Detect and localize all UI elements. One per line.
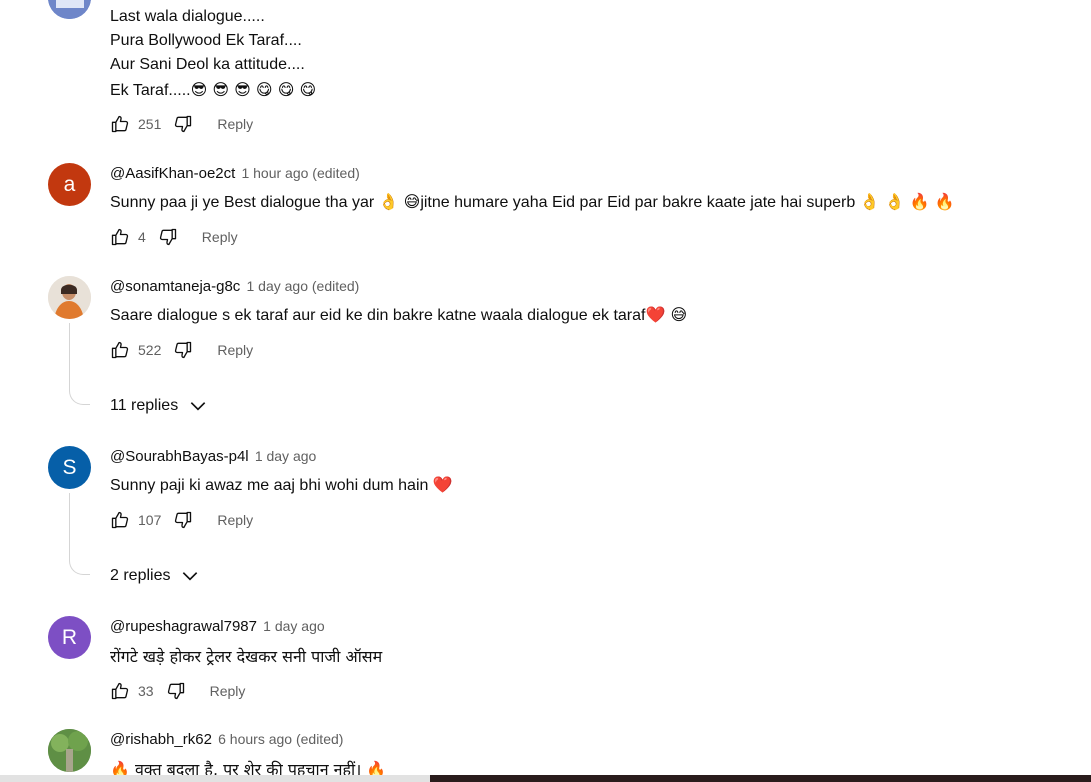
avatar[interactable]: R <box>48 616 91 659</box>
thread-line <box>69 493 90 575</box>
reply-button[interactable]: Reply <box>217 342 253 358</box>
comment-line: Aur Sani Deol ka attitude.... <box>110 56 305 73</box>
reply-button[interactable]: Reply <box>210 683 246 699</box>
comment-text: रोंगटे खड़े होकर ट्रेलर देखकर सनी पाजी ऑ… <box>110 647 383 666</box>
comment-text: Sunny paji ki awaz me aaj bhi wohi dum h… <box>110 475 453 494</box>
avatar[interactable] <box>48 729 91 772</box>
author-handle[interactable]: @sonamtaneja-g8c <box>110 278 240 295</box>
reply-button[interactable]: Reply <box>202 229 238 245</box>
comment-author: @AasifKhan-oe2ct 1 hour ago (edited) <box>110 165 360 182</box>
avatar-photo <box>48 276 91 319</box>
like-count: 107 <box>138 512 162 528</box>
dislike-button[interactable] <box>166 681 186 701</box>
like-button[interactable] <box>110 114 130 134</box>
emoji: 😎 😎 😎 😋 😋 😋 <box>190 80 317 99</box>
avatar[interactable]: a <box>48 163 91 206</box>
comment-time[interactable]: 1 hour ago (edited) <box>241 165 359 181</box>
comment-line: Pura Bollywood Ek Taraf.... <box>110 32 302 49</box>
bottom-edge-bar <box>0 775 430 782</box>
avatar[interactable] <box>48 276 91 319</box>
replies-toggle[interactable]: 2 replies <box>110 566 200 586</box>
comment-author: @SourabhBayas-p4l 1 day ago <box>110 448 316 465</box>
comment-actions: 4 Reply <box>110 225 238 249</box>
like-button[interactable] <box>110 340 130 360</box>
comment-time[interactable]: 1 day ago (edited) <box>246 278 359 294</box>
like-count: 251 <box>138 116 162 132</box>
avatar[interactable]: S <box>48 446 91 489</box>
chevron-down-icon <box>183 572 198 581</box>
avatar-photo <box>48 729 91 772</box>
dislike-button[interactable] <box>173 114 193 134</box>
avatar-letter: S <box>62 455 77 479</box>
avatar-letter: R <box>61 625 78 649</box>
thumbs-up-icon <box>111 115 129 133</box>
thumbs-down-icon <box>175 341 192 359</box>
comment-actions: 33 Reply <box>110 679 245 703</box>
emoji: 👌 😅 <box>378 192 421 211</box>
dislike-button[interactable] <box>158 227 178 247</box>
dislike-button[interactable] <box>173 510 193 530</box>
like-count: 33 <box>138 683 154 699</box>
thread-line <box>69 323 90 405</box>
comment-text: Sunny paa ji ye Best dialogue tha yar 👌 … <box>110 192 955 211</box>
thumbs-down-icon <box>175 115 192 133</box>
comment-text: Saare dialogue s ek taraf aur eid ke din… <box>110 305 688 324</box>
replies-toggle[interactable]: 11 replies <box>110 396 208 416</box>
comment-author: @rupeshagrawal7987 1 day ago <box>110 618 325 635</box>
emoji: ❤️ <box>432 475 453 494</box>
dislike-button[interactable] <box>173 340 193 360</box>
thumbs-down-icon <box>175 511 192 529</box>
author-handle[interactable]: @SourabhBayas-p4l <box>110 448 249 465</box>
thumbs-down-icon <box>167 682 184 700</box>
comment-actions: 107 Reply <box>110 508 253 532</box>
author-handle[interactable]: @AasifKhan-oe2ct <box>110 165 235 182</box>
comment-actions: 251 Reply <box>110 112 253 136</box>
reply-button[interactable]: Reply <box>217 512 253 528</box>
author-handle[interactable]: @rishabh_rk62 <box>110 731 212 748</box>
thumbs-down-icon <box>159 228 176 246</box>
comment-author: @sonamtaneja-g8c 1 day ago (edited) <box>110 278 359 295</box>
like-count: 522 <box>138 342 162 358</box>
comment-time[interactable]: 6 hours ago (edited) <box>218 731 343 747</box>
comment-author: @rishabh_rk62 6 hours ago (edited) <box>110 731 343 748</box>
comment-line: Last wala dialogue..... <box>110 8 265 25</box>
emoji: 👌 👌 🔥 🔥 <box>859 192 955 211</box>
comment-time[interactable]: 1 day ago <box>263 618 325 634</box>
comment-actions: 522 Reply <box>110 338 253 362</box>
reply-button[interactable]: Reply <box>217 116 253 132</box>
emoji: ❤️ 😅 <box>645 305 688 324</box>
like-button[interactable] <box>110 227 130 247</box>
avatar-letter: a <box>63 172 76 196</box>
comment-line: Ek Taraf.....😎 😎 😎 😋 😋 😋 <box>110 80 317 99</box>
thumbs-up-icon <box>111 511 129 529</box>
avatar[interactable] <box>48 0 91 19</box>
thumbs-up-icon <box>111 228 129 246</box>
thumbs-up-icon <box>111 682 129 700</box>
thumbs-up-icon <box>111 341 129 359</box>
bottom-edge-bar-dark <box>430 775 1091 782</box>
author-handle[interactable]: @rupeshagrawal7987 <box>110 618 257 635</box>
like-button[interactable] <box>110 681 130 701</box>
like-count: 4 <box>138 229 146 245</box>
chevron-down-icon <box>190 402 206 411</box>
comment-time[interactable]: 1 day ago <box>255 448 317 464</box>
like-button[interactable] <box>110 510 130 530</box>
